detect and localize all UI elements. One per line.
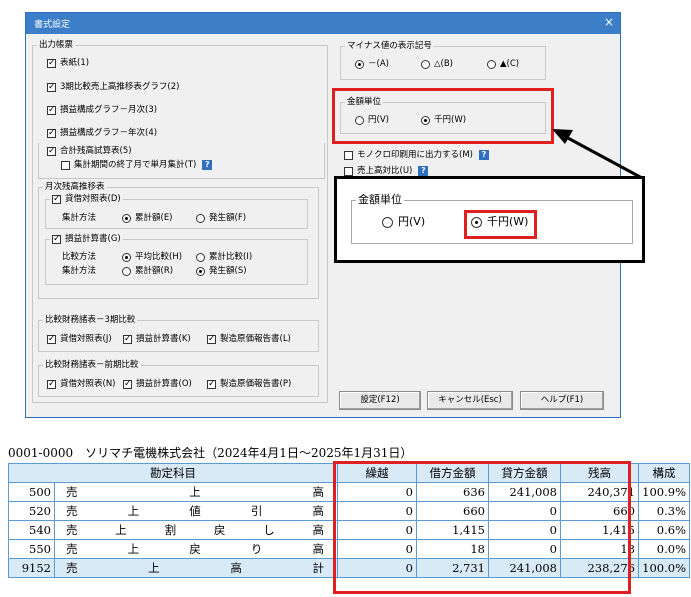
account-name-char: 売 <box>66 504 78 518</box>
account-name: 売上値引高 <box>54 501 338 521</box>
company-header: 0001-0000 ソリマチ電機株式会社（2024年4月1日～2025年1月31… <box>8 446 413 460</box>
account-name-char: し <box>263 523 275 537</box>
ratio-cell: 100.9% <box>638 482 690 502</box>
account-name: 売上高 <box>54 482 338 502</box>
ratio-cell: 0.3% <box>638 501 690 521</box>
zoom-radio-yen: 円(V) <box>382 215 425 229</box>
account-code: 520 <box>8 501 55 521</box>
ratio-cell: 0.0% <box>638 539 690 559</box>
account-name-char: 高 <box>230 561 242 575</box>
account-name: 売上戻り高 <box>54 539 338 559</box>
account-name-char: 割 <box>164 523 177 537</box>
account-name-char: り <box>250 542 263 556</box>
zoom-callout: 金額単位 円(V) 千円(W) <box>334 176 645 263</box>
account-name-char: 計 <box>312 561 324 575</box>
account-name-char: 売 <box>66 561 78 575</box>
ratio-cell: 0.6% <box>638 520 690 540</box>
account-name-char: 上 <box>148 561 160 575</box>
account-code: 9152 <box>8 558 55 578</box>
account-name-char: 高 <box>312 485 325 499</box>
account-name-char: 高 <box>312 523 324 537</box>
zoom-highlight-box <box>464 210 537 239</box>
account-name: 売上割戻し高 <box>54 520 338 540</box>
account-name-char: 高 <box>312 542 325 556</box>
account-code: 500 <box>8 482 55 502</box>
account-name-char: 上 <box>115 523 127 537</box>
account-code: 550 <box>8 539 55 559</box>
header-account: 勘定科目 <box>8 463 338 483</box>
account-name-char: 売 <box>66 485 78 499</box>
zoom-unit-label: 金額単位 <box>356 193 404 206</box>
account-name: 売上高計 <box>54 558 338 578</box>
account-name-char: 上 <box>189 485 201 499</box>
account-name-char: 戻 <box>189 542 201 556</box>
account-name-char: 値 <box>189 504 201 518</box>
header-ratio: 構成 <box>638 463 690 483</box>
highlight-box-amounts <box>333 461 631 594</box>
account-name-char: 売 <box>66 523 78 537</box>
account-name-char: 戻 <box>213 523 226 537</box>
account-name-char: 売 <box>66 542 78 556</box>
account-name-char: 上 <box>127 542 140 556</box>
account-code: 540 <box>8 520 55 540</box>
account-name-char: 高 <box>312 504 325 518</box>
account-name-char: 上 <box>127 504 140 518</box>
ratio-cell: 100.0% <box>638 558 690 578</box>
radio-icon <box>382 216 393 228</box>
account-name-char: 引 <box>250 504 263 518</box>
